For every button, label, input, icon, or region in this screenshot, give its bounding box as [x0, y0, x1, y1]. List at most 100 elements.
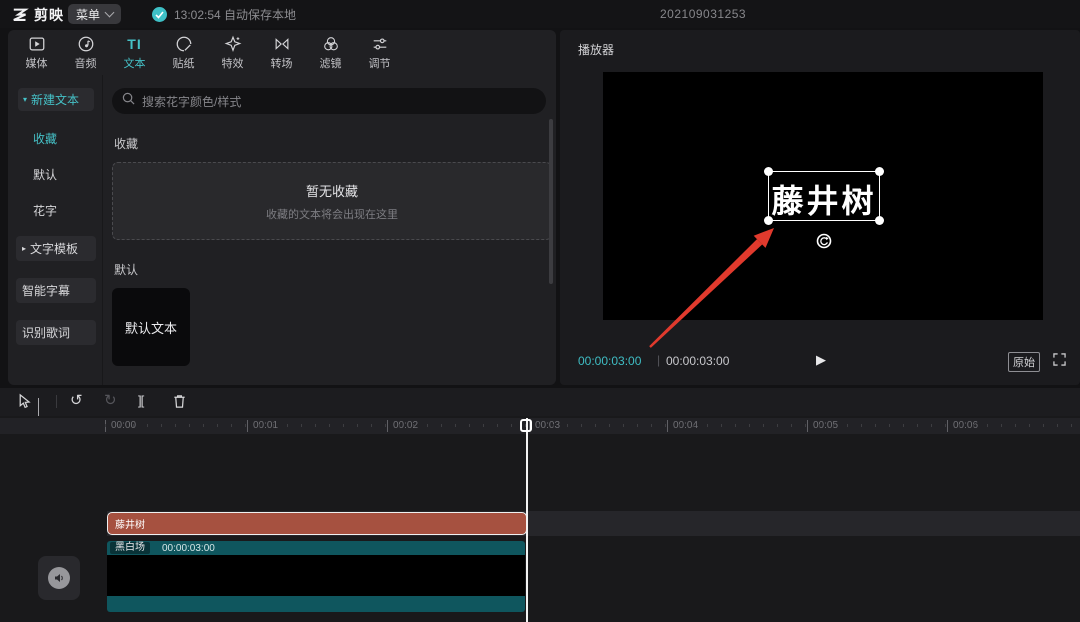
- check-icon: [152, 7, 167, 22]
- play-button[interactable]: ▶: [816, 352, 826, 368]
- text-selection-box[interactable]: 藤井树: [768, 171, 880, 221]
- transition-icon: [273, 35, 291, 53]
- default-text-tile[interactable]: 默认文本: [112, 288, 190, 366]
- original-quality-button[interactable]: 原始: [1008, 352, 1040, 372]
- timeline-toolbar: ↺ ↻ ][: [0, 388, 1080, 416]
- sidebar-item-new-text[interactable]: ▾ 新建文本: [18, 88, 94, 111]
- video-clip[interactable]: 黑白场 00:00:03:00: [107, 541, 525, 612]
- tab-media[interactable]: 媒体: [12, 30, 61, 75]
- delete-button[interactable]: [172, 393, 187, 414]
- scrollbar[interactable]: [549, 119, 553, 284]
- redo-button[interactable]: ↻: [104, 392, 117, 410]
- search-icon: [122, 92, 135, 110]
- select-tool-chevron-icon[interactable]: [38, 398, 39, 416]
- audio-icon: [77, 35, 95, 53]
- speaker-icon: [48, 567, 70, 589]
- logo-text: 剪映: [34, 5, 64, 25]
- text-clip[interactable]: 藤井树: [107, 512, 527, 535]
- menu-label: 菜单: [76, 6, 100, 23]
- tab-label: 转场: [271, 55, 293, 71]
- player-panel: 播放器 藤井树 00:00:03:00 | 00:00:03:00 ▶ 原始: [560, 30, 1080, 385]
- timeline-panel: ↺ ↻ ][ 00:00 00:01 00:02 00:03 00:04 00:…: [0, 388, 1080, 622]
- text-clip-label: 藤井树: [115, 516, 145, 531]
- sidebar-item-lyrics[interactable]: 识别歌词: [16, 320, 96, 345]
- time-ruler[interactable]: 00:00 00:01 00:02 00:03 00:04 00:05 00:0…: [0, 418, 1080, 434]
- autosave-text: 13:02:54 自动保存本地: [174, 6, 296, 23]
- default-tile-label: 默认文本: [125, 318, 177, 337]
- expand-arrow-icon: ▸: [22, 245, 26, 253]
- default-section-title: 默认: [114, 261, 556, 278]
- ruler-tick: 00:06: [947, 420, 978, 432]
- collapse-arrow-icon: ▾: [23, 96, 27, 104]
- asset-panel: 媒体 音频 TI 文本 贴纸 特效 转场 滤镜 调节: [8, 30, 556, 385]
- fullscreen-icon[interactable]: [1053, 353, 1066, 371]
- toolbar-divider: [56, 395, 57, 408]
- undo-button[interactable]: ↺: [70, 392, 83, 410]
- tab-label: 媒体: [26, 55, 48, 71]
- tab-audio[interactable]: 音频: [61, 30, 110, 75]
- time-separator: |: [657, 353, 660, 367]
- tab-filter[interactable]: 滤镜: [306, 30, 355, 75]
- empty-title: 暂无收藏: [306, 181, 358, 200]
- ruler-tick: 00:05: [807, 420, 838, 432]
- player-title: 播放器: [578, 41, 614, 58]
- effects-icon: [224, 35, 242, 53]
- selection-handle-tr[interactable]: [875, 167, 884, 176]
- rotate-handle-icon[interactable]: [816, 233, 832, 249]
- sidebar-item-default[interactable]: 默认: [33, 166, 102, 183]
- tab-text[interactable]: TI 文本: [110, 30, 159, 75]
- ruler-tick: 00:03: [529, 420, 560, 432]
- ruler-tick: 00:01: [247, 420, 278, 432]
- video-clip-thumbnail: [107, 555, 525, 596]
- empty-subtitle: 收藏的文本将会出现在这里: [266, 206, 398, 222]
- selection-handle-bl[interactable]: [764, 216, 773, 225]
- top-bar: 剪映 菜单 13:02:54 自动保存本地 202109031253: [0, 0, 1080, 28]
- selection-handle-br[interactable]: [875, 216, 884, 225]
- chevron-down-icon: [105, 8, 115, 18]
- split-button[interactable]: ][: [138, 392, 143, 410]
- sidebar-item-text-template[interactable]: ▸ 文字模板: [16, 236, 96, 261]
- favorites-section-title: 收藏: [114, 135, 556, 152]
- current-time: 00:00:03:00: [578, 354, 641, 368]
- sidebar-item-smart-caption[interactable]: 智能字幕: [16, 278, 96, 303]
- selection-handle-tl[interactable]: [764, 167, 773, 176]
- text-sidebar: ▾ 新建文本 收藏 默认 花字 ▸ 文字模板 智能字幕 识别歌词: [8, 75, 103, 385]
- ruler-tick: 00:04: [667, 420, 698, 432]
- tab-effects[interactable]: 特效: [208, 30, 257, 75]
- ruler-tick: 00:00: [105, 420, 136, 432]
- sidebar-item-favorites[interactable]: 收藏: [33, 130, 102, 147]
- tab-label: 贴纸: [173, 55, 195, 71]
- video-clip-duration: 00:00:03:00: [162, 543, 215, 554]
- text-icon: TI: [127, 35, 141, 53]
- playhead-handle[interactable]: [520, 419, 532, 432]
- sticker-icon: [175, 35, 193, 53]
- favorites-empty-card: 暂无收藏 收藏的文本将会出现在这里: [112, 162, 552, 240]
- video-clip-name: 黑白场: [110, 542, 150, 554]
- video-clip-header: 黑白场 00:00:03:00: [107, 541, 525, 555]
- menu-button[interactable]: 菜单: [68, 4, 121, 24]
- search-input[interactable]: 搜索花字颜色/样式: [112, 88, 546, 114]
- media-icon: [28, 35, 46, 53]
- tab-adjust[interactable]: 调节: [355, 30, 404, 75]
- adjust-icon: [371, 35, 389, 53]
- tab-label: 音频: [75, 55, 97, 71]
- sidebar-item-label: 文字模板: [30, 240, 78, 257]
- preview-text[interactable]: 藤井树: [769, 176, 879, 222]
- video-preview[interactable]: 藤井树: [603, 72, 1043, 320]
- search-placeholder: 搜索花字颜色/样式: [142, 93, 241, 110]
- ruler-tick: 00:02: [387, 420, 418, 432]
- select-tool-icon[interactable]: [16, 393, 31, 414]
- tab-label: 文本: [124, 55, 146, 71]
- tab-sticker[interactable]: 贴纸: [159, 30, 208, 75]
- tab-transition[interactable]: 转场: [257, 30, 306, 75]
- tab-label: 调节: [369, 55, 391, 71]
- playhead-line[interactable]: [526, 418, 528, 622]
- track-mute-button[interactable]: [38, 556, 80, 600]
- text-content-area: 搜索花字颜色/样式 收藏 暂无收藏 收藏的文本将会出现在这里 默认 默认文本 花…: [104, 75, 556, 385]
- sidebar-item-huazi[interactable]: 花字: [33, 202, 102, 219]
- sidebar-item-label: 智能字幕: [22, 282, 70, 299]
- player-controls: 00:00:03:00 | 00:00:03:00 ▶ 原始: [560, 350, 1080, 372]
- sidebar-item-label: 新建文本: [31, 91, 79, 108]
- video-clip-audio-strip: [107, 596, 525, 612]
- autosave-status: 13:02:54 自动保存本地: [152, 6, 296, 23]
